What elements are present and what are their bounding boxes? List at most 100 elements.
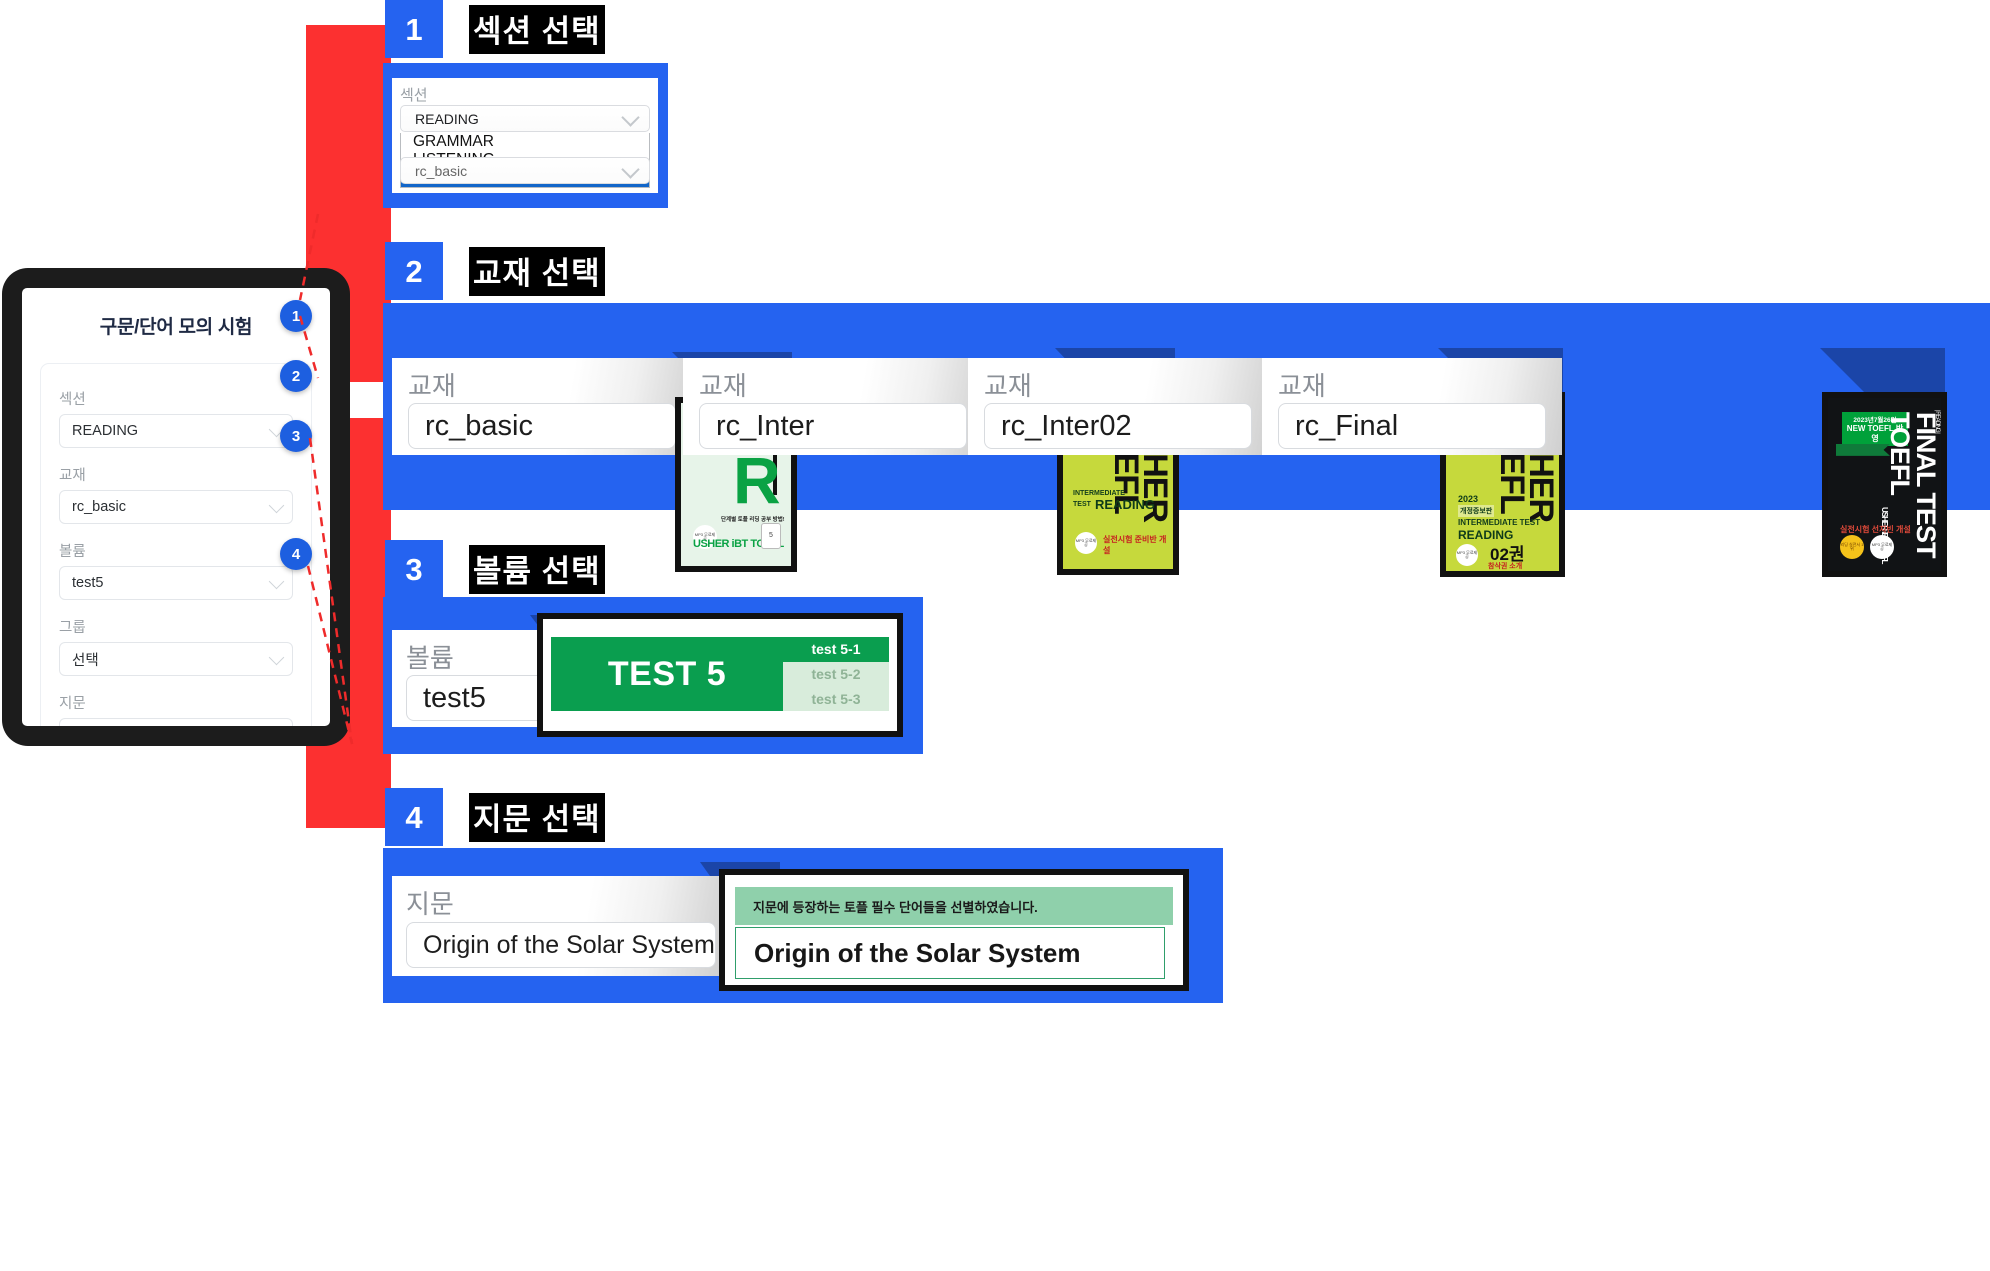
section-select[interactable]: READING <box>400 105 650 132</box>
step-3-title: 볼륨 선택 <box>469 544 605 594</box>
book-line2-2: TEST <box>1073 501 1091 508</box>
book-cover-rc-final: 2023년7월26일 NEW TOEFL 반영 TOEFL FINAL TEST… <box>1822 392 1947 577</box>
book-ribbon-4 <box>1836 444 1890 456</box>
callout-badge-2: 2 <box>280 360 312 392</box>
step-4-title: 지문 선택 <box>469 792 605 842</box>
chevron-down-icon <box>621 107 640 127</box>
exam-setup-form: 섹션 READING 교재 rc_basic 볼륨 test5 그룹 선택 지문 <box>40 363 312 726</box>
field-label-volume: 볼륨 <box>59 544 86 560</box>
field-section[interactable]: READING <box>59 414 293 448</box>
book-big1-4: TOEFL <box>1885 412 1915 496</box>
vocabulary-widget: 지문에 등장하는 토플 필수 단어들을 선별하였습니다. Origin of t… <box>725 875 1183 985</box>
test5-title: TEST 5 <box>607 654 727 693</box>
textbook-value-2-text: rc_Inter <box>716 409 815 442</box>
chevron-down-icon <box>268 649 285 666</box>
test5-tab-3[interactable]: test 5-3 <box>783 686 889 711</box>
passage-value-text: Origin of the Solar System <box>423 930 715 959</box>
book-level-1: 5 <box>761 523 781 549</box>
vocabulary-widget-frame: 지문에 등장하는 토플 필수 단어들을 선별하였습니다. Origin of t… <box>719 869 1189 991</box>
book-letter-1: R <box>733 443 781 517</box>
vocabulary-notice: 지문에 등장하는 토플 필수 단어들을 선별하였습니다. <box>735 887 1173 925</box>
book-badge-2: MP3 무료제공 <box>1075 532 1097 554</box>
callout-badge-3: 3 <box>280 420 312 452</box>
book-sub-4: 실전시험 선지빈 개설 <box>1840 525 1911 534</box>
step-3-header: 3 볼륨 선택 <box>385 540 605 598</box>
passage-value[interactable]: Origin of the Solar System <box>406 922 716 968</box>
textbook-value-3-text: rc_Inter02 <box>1001 409 1132 442</box>
book-line3-2: READING <box>1095 497 1155 512</box>
test5-tab-column: test 5-1 test 5-2 test 5-3 <box>783 637 889 711</box>
textbook-callout-rc-final: 교재 rc_Final <box>1262 358 1562 455</box>
test5-green-banner: TEST 5 test 5-1 test 5-2 test 5-3 <box>551 637 889 711</box>
step-1-number: 1 <box>385 0 443 58</box>
phone-screen: 구문/단어 모의 시험 섹션 READING 교재 rc_basic 볼륨 te… <box>22 288 330 726</box>
phone-mockup: 구문/단어 모의 시험 섹션 READING 교재 rc_basic 볼륨 te… <box>2 268 350 746</box>
test5-tab-2[interactable]: test 5-2 <box>783 661 889 687</box>
step-2-number: 2 <box>385 242 443 300</box>
book-sub-2: 실전시험 준비반 개설 <box>1103 535 1167 555</box>
chevron-down-icon <box>268 497 285 514</box>
passage-callout: 지문 Origin of the Solar System <box>392 876 722 976</box>
step-4-number: 4 <box>385 788 443 846</box>
book-sub-1: 단계별 토플 리딩 공부 방법! <box>721 517 785 523</box>
step-4-header: 4 지문 선택 <box>385 788 605 846</box>
infographic-canvas: 1 섹션 선택 섹션 READING GRAMMAR LISTENING REA… <box>0 0 1990 1271</box>
field-volume-value: test5 <box>72 575 104 591</box>
field-section-value: READING <box>72 423 139 439</box>
field-group-value: 선택 <box>72 652 99 669</box>
passage-label: 지문 <box>406 889 454 919</box>
section-select-label: 섹션 <box>400 87 428 104</box>
textbook-value-1[interactable]: rc_basic <box>408 403 676 449</box>
textbook-value-3[interactable]: rc_Inter02 <box>984 403 1252 449</box>
textbook-select-behind[interactable]: rc_basic <box>400 157 650 184</box>
textbook-value-2[interactable]: rc_Inter <box>699 403 967 449</box>
chevron-down-icon <box>621 159 640 179</box>
field-passage[interactable]: Origin of the Solar System <box>59 718 293 726</box>
step-2-header: 2 교재 선택 <box>385 242 605 300</box>
section-select-value: READING <box>415 110 479 127</box>
book-line1-3: INTERMEDIATE TEST <box>1458 518 1541 527</box>
book-big2-4: FINAL TEST <box>1911 412 1941 558</box>
book-side-4: | READING | <box>1934 410 1940 433</box>
book-badge2-4: MP3 무료제공 <box>1870 535 1894 559</box>
volume-label: 볼륨 <box>406 643 454 673</box>
red-accent-bar-top <box>306 25 391 257</box>
field-textbook-value: rc_basic <box>72 499 126 515</box>
textbook-value-4[interactable]: rc_Final <box>1278 403 1546 449</box>
field-volume[interactable]: test5 <box>59 566 293 600</box>
textbook-callout-rc-basic: 교재 rc_basic <box>392 358 692 455</box>
textbook-label-4: 교재 <box>1278 371 1326 401</box>
callout-badge-1: 1 <box>280 300 312 332</box>
step-1-header: 1 섹션 선택 <box>385 0 605 58</box>
step-1-title: 섹션 선택 <box>469 4 605 54</box>
textbook-label-1: 교재 <box>408 371 456 401</box>
book-year-3: 2023 <box>1458 494 1479 504</box>
field-label-group: 그룹 <box>59 620 86 636</box>
test5-tab-1[interactable]: test 5-1 <box>783 637 889 662</box>
book-line1-2: INTERMEDIATE <box>1073 490 1125 497</box>
field-label-textbook: 교재 <box>59 468 86 484</box>
textbook-callout-rc-inter: 교재 rc_Inter <box>683 358 983 455</box>
textbook-value-4-text: rc_Final <box>1295 409 1399 442</box>
book-badge-3: MP3 무료제공 <box>1456 544 1478 566</box>
field-group[interactable]: 선택 <box>59 642 293 676</box>
field-label-passage: 지문 <box>59 696 86 712</box>
step-3-number: 3 <box>385 540 443 598</box>
field-textbook[interactable]: rc_basic <box>59 490 293 524</box>
test5-widget-frame: TEST 5 test 5-1 test 5-2 test 5-3 <box>537 613 903 737</box>
book-badge1-4: 리딩 실전서 1위 <box>1840 535 1864 559</box>
dropdown-option-grammar[interactable]: GRAMMAR <box>401 133 649 151</box>
step-2-title: 교재 선택 <box>469 246 605 296</box>
volume-value-text: test5 <box>423 681 486 714</box>
textbook-value-1-text: rc_basic <box>425 409 533 442</box>
step-1-select-card: 섹션 READING GRAMMAR LISTENING READING rc_… <box>392 78 658 193</box>
book-edition-3: 개정증보판 <box>1458 505 1495 517</box>
callout-badge-4: 4 <box>280 538 312 570</box>
vocabulary-passage-title: Origin of the Solar System <box>735 927 1165 979</box>
textbook-label-3: 교재 <box>984 371 1032 401</box>
textbook-select-behind-value: rc_basic <box>415 162 468 179</box>
book-sub-3: 참삭권 소개 <box>1488 563 1523 570</box>
field-label-section: 섹션 <box>59 392 86 408</box>
textbook-callout-rc-inter02: 교재 rc_Inter02 <box>968 358 1268 455</box>
textbook-label-2: 교재 <box>699 371 747 401</box>
